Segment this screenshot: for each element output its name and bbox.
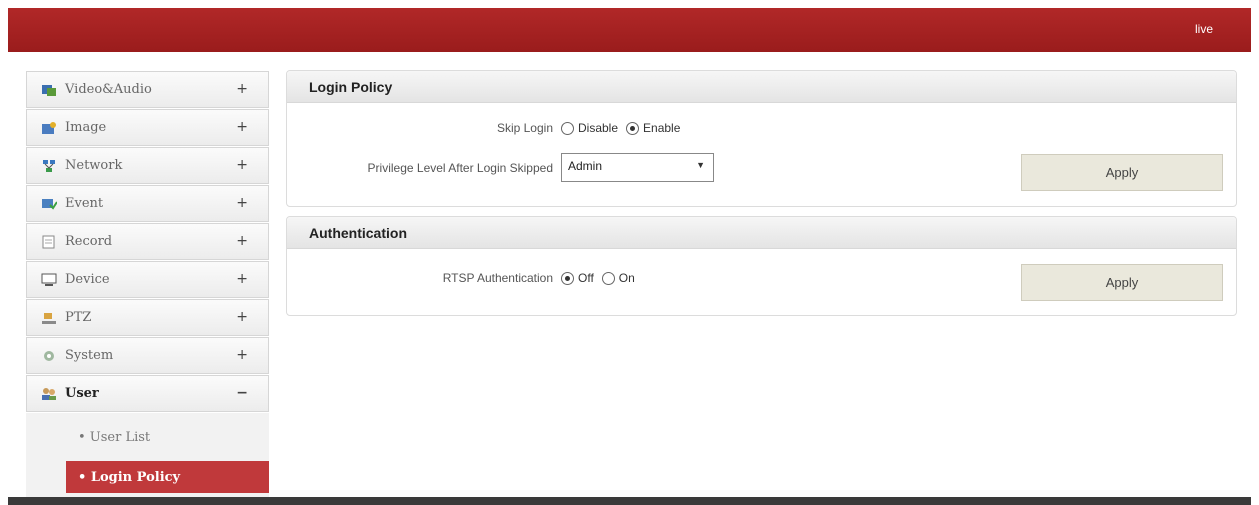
network-icon — [41, 159, 57, 173]
expand-icon[interactable]: + — [236, 347, 248, 363]
expand-icon[interactable]: + — [236, 271, 248, 287]
sidebar-item-image[interactable]: Image + — [26, 109, 269, 146]
sidebar-item-user[interactable]: User − — [26, 375, 269, 412]
expand-icon[interactable]: + — [236, 81, 248, 97]
sidebar-item-event[interactable]: Event + — [26, 185, 269, 222]
sidebar-item-label: PTZ — [65, 310, 92, 325]
skip-login-enable-radio[interactable] — [626, 121, 640, 135]
event-icon — [41, 197, 58, 211]
sidebar-item-video-audio[interactable]: Video&Audio + — [26, 71, 269, 108]
sidebar-item-system[interactable]: System + — [26, 337, 269, 374]
panel-title: Login Policy — [287, 71, 1236, 103]
radio-option-label: On — [618, 271, 635, 285]
sidebar-item-label: Image — [65, 120, 107, 135]
rtsp-on-radio[interactable] — [601, 271, 615, 285]
radio-option-label: Enable — [643, 121, 681, 135]
live-link[interactable]: live — [1195, 22, 1213, 36]
expand-icon[interactable]: + — [236, 309, 248, 325]
submenu-item-login-policy[interactable]: • Login Policy — [66, 461, 269, 493]
login-policy-panel: Login Policy Skip Login Disable Enable P… — [286, 70, 1237, 207]
top-header-bar: live — [8, 8, 1251, 52]
user-submenu: • User List • Login Policy — [26, 413, 269, 499]
privilege-label: Privilege Level After Login Skipped — [367, 160, 553, 175]
sidebar-menu: Video&Audio + Image + Network + Event + … — [26, 71, 269, 499]
expand-icon[interactable]: + — [236, 233, 248, 249]
dropdown-arrow-icon: ▼ — [696, 160, 705, 170]
panel-title: Authentication — [287, 217, 1236, 249]
sidebar-item-record[interactable]: Record + — [26, 223, 269, 260]
sidebar-item-label: Video&Audio — [65, 82, 152, 97]
sidebar-item-device[interactable]: Device + — [26, 261, 269, 298]
expand-icon[interactable]: + — [236, 119, 248, 135]
privilege-level-select[interactable]: Admin ▼ — [561, 153, 714, 182]
sidebar-item-network[interactable]: Network + — [26, 147, 269, 184]
privilege-row: Privilege Level After Login Skipped Admi… — [287, 153, 714, 182]
radio-option-label: Off — [578, 271, 594, 285]
ptz-icon — [41, 311, 57, 325]
image-icon — [41, 121, 57, 135]
device-icon — [41, 273, 57, 287]
rtsp-auth-row: RTSP Authentication Off On — [287, 271, 635, 285]
sidebar-item-label: Record — [65, 234, 113, 249]
login-policy-apply-button[interactable]: Apply — [1021, 154, 1223, 191]
sidebar-item-label: User — [65, 386, 99, 401]
sidebar-item-label: Event — [65, 196, 104, 211]
rtsp-off-radio[interactable] — [561, 271, 574, 285]
expand-icon[interactable]: + — [236, 195, 248, 211]
select-value: Admin — [568, 159, 603, 173]
expand-icon[interactable]: + — [236, 157, 248, 173]
authentication-panel: Authentication RTSP Authentication Off O… — [286, 216, 1237, 316]
skip-login-disable-radio[interactable] — [561, 121, 574, 135]
rtsp-auth-label: RTSP Authentication — [442, 271, 553, 285]
authentication-apply-button[interactable]: Apply — [1021, 264, 1223, 301]
user-icon — [41, 387, 57, 401]
record-icon — [41, 235, 57, 249]
radio-option-label: Disable — [578, 121, 619, 135]
skip-login-label: Skip Login — [496, 121, 553, 135]
system-icon — [41, 349, 57, 363]
sidebar-item-label: Network — [65, 158, 123, 173]
submenu-item-user-list[interactable]: • User List — [66, 421, 269, 453]
skip-login-row: Skip Login Disable Enable — [287, 121, 680, 135]
sidebar-item-label: System — [65, 348, 114, 363]
sidebar-item-ptz[interactable]: PTZ + — [26, 299, 269, 336]
collapse-icon[interactable]: − — [236, 385, 248, 401]
sidebar-item-label: Device — [65, 272, 110, 287]
video-audio-icon — [41, 83, 57, 97]
footer-bar — [8, 497, 1251, 505]
